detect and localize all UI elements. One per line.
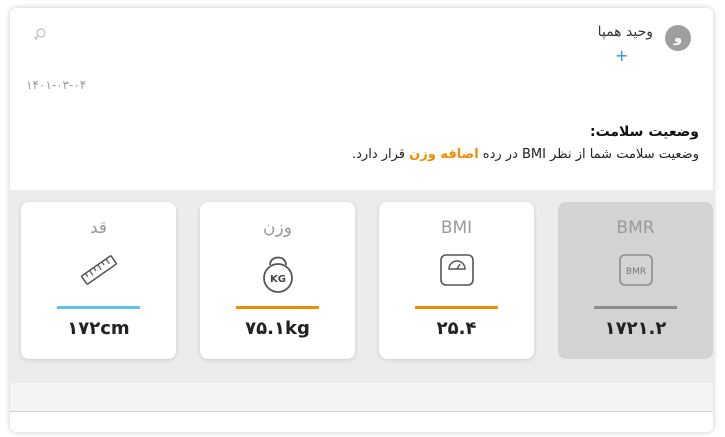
- kettlebell-kg-icon: KG: [262, 256, 293, 293]
- metric-bar: [594, 306, 677, 309]
- kg-icon-text: KG: [270, 274, 286, 285]
- add-button[interactable]: +: [615, 48, 628, 64]
- health-record-card: و وحید همپا + ۱۴۰۱-۰۳-۰۴ وضعیت سلامت: وض…: [10, 8, 713, 432]
- metric-label: وزن: [263, 218, 292, 238]
- card-footer-band: [10, 383, 713, 411]
- metric-label: BMR: [616, 218, 655, 238]
- metric-tile-bmr[interactable]: BMR BMR ۱۷۲۱.۲: [558, 202, 713, 359]
- metric-value: ۱۷۲۱.۲: [604, 318, 667, 339]
- metric-value: ۱۷۲cm: [67, 318, 130, 339]
- avatar: و: [665, 25, 691, 51]
- record-date: ۱۴۰۱-۰۳-۰۴: [26, 78, 87, 92]
- bmr-badge-icon: BMR: [618, 254, 653, 286]
- status-text-end: قرار دارد.: [352, 147, 410, 162]
- metric-tile-height[interactable]: قد ۱۷۲cm: [21, 202, 176, 359]
- metric-label: BMI: [440, 218, 473, 238]
- metric-bar: [57, 306, 140, 309]
- metric-tile-bmi[interactable]: BMI ۲۵.۴: [379, 202, 534, 359]
- divider: [10, 411, 713, 412]
- bmr-icon-text: BMR: [625, 267, 645, 277]
- metric-value: ۲۵.۴: [436, 318, 477, 339]
- female-symbol-icon: [34, 28, 46, 40]
- metric-bar: [415, 306, 498, 309]
- ruler-icon: [80, 255, 117, 285]
- metric-bar: [236, 306, 319, 309]
- metric-tile-weight[interactable]: وزن KG ۷۵.۱kg: [200, 202, 355, 359]
- status-highlight: اضافه وزن: [409, 147, 479, 162]
- metric-value: ۷۵.۱kg: [245, 318, 310, 339]
- health-status-text: وضعیت سلامت شما از نظر BMI در رده اضافه …: [352, 147, 699, 162]
- metric-label: قد: [89, 218, 108, 238]
- health-status-title: وضعیت سلامت:: [589, 124, 699, 140]
- status-text-start: وضعیت سلامت شما از نظر BMI در رده: [478, 147, 699, 162]
- metrics-carousel[interactable]: BMR BMR ۱۷۲۱.۲ BMI ۲۵.۴ وزن KG ۷۵.۱kg قد…: [10, 190, 713, 383]
- user-name: وحید همپا: [597, 24, 653, 40]
- bathroom-scale-icon: [439, 254, 474, 286]
